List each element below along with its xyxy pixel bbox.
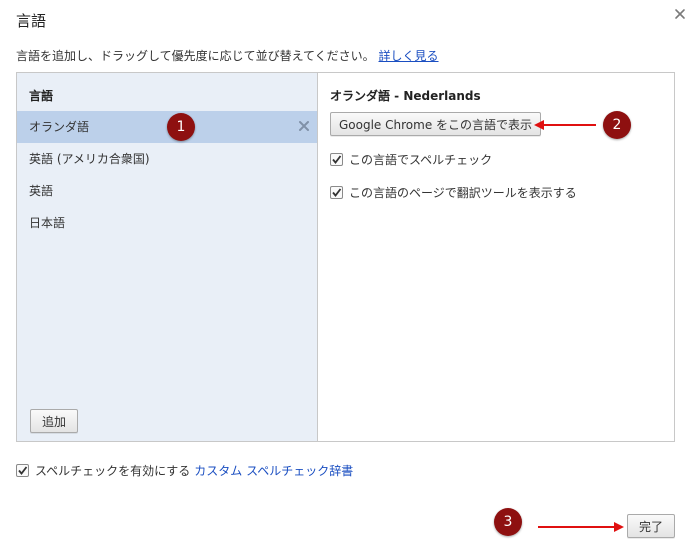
- translate-offer-checkbox[interactable]: [330, 186, 343, 199]
- annotation-badge-1: 1: [167, 113, 195, 141]
- custom-dictionary-link[interactable]: カスタム スペルチェック辞書: [194, 462, 353, 479]
- annotation-badge-2: 2: [603, 111, 631, 139]
- language-item-japanese[interactable]: 日本語: [17, 207, 317, 239]
- annotation-badge-3: 3: [494, 508, 522, 536]
- intro-text: 言語を追加し、ドラッグして優先度に応じて並び替えてください。: [16, 49, 375, 63]
- add-language-button[interactable]: 追加: [30, 409, 78, 433]
- checkmark-icon: [332, 188, 342, 197]
- language-item-english-us[interactable]: 英語 (アメリカ合衆国): [17, 143, 317, 175]
- dialog-title: 言語: [16, 12, 47, 30]
- enable-spellcheck-row[interactable]: スペルチェックを有効にする カスタム スペルチェック辞書: [16, 462, 353, 479]
- translate-offer-row[interactable]: この言語のページで翻訳ツールを表示する: [330, 184, 577, 201]
- checkmark-icon: [18, 466, 28, 475]
- annotation-arrow-3: [538, 522, 624, 532]
- language-item-label: 英語: [29, 184, 54, 198]
- language-item-label: 英語 (アメリカ合衆国): [29, 152, 150, 166]
- remove-language-icon[interactable]: [297, 119, 311, 133]
- intro-text-row: 言語を追加し、ドラッグして優先度に応じて並び替えてください。 詳しく見る: [16, 47, 439, 64]
- translate-offer-label: この言語のページで翻訳ツールを表示する: [349, 186, 577, 200]
- display-in-language-button[interactable]: Google Chrome をこの言語で表示: [330, 112, 542, 136]
- annotation-arrow-2: [534, 120, 596, 130]
- spellcheck-language-row[interactable]: この言語でスペルチェック: [330, 151, 492, 168]
- language-item-label: オランダ語: [29, 120, 90, 134]
- language-item-english[interactable]: 英語: [17, 175, 317, 207]
- close-icon[interactable]: [672, 6, 688, 22]
- done-button[interactable]: 完了: [627, 514, 675, 538]
- checkmark-icon: [332, 155, 342, 164]
- language-item-label: 日本語: [29, 216, 66, 230]
- enable-spellcheck-label: スペルチェックを有効にする: [35, 464, 191, 478]
- spellcheck-language-label: この言語でスペルチェック: [349, 153, 493, 167]
- learn-more-link[interactable]: 詳しく見る: [379, 49, 439, 63]
- enable-spellcheck-checkbox[interactable]: [16, 464, 29, 477]
- language-detail-title: オランダ語 - Nederlands: [330, 89, 481, 103]
- spellcheck-language-checkbox[interactable]: [330, 153, 343, 166]
- language-list-header: 言語: [29, 89, 54, 103]
